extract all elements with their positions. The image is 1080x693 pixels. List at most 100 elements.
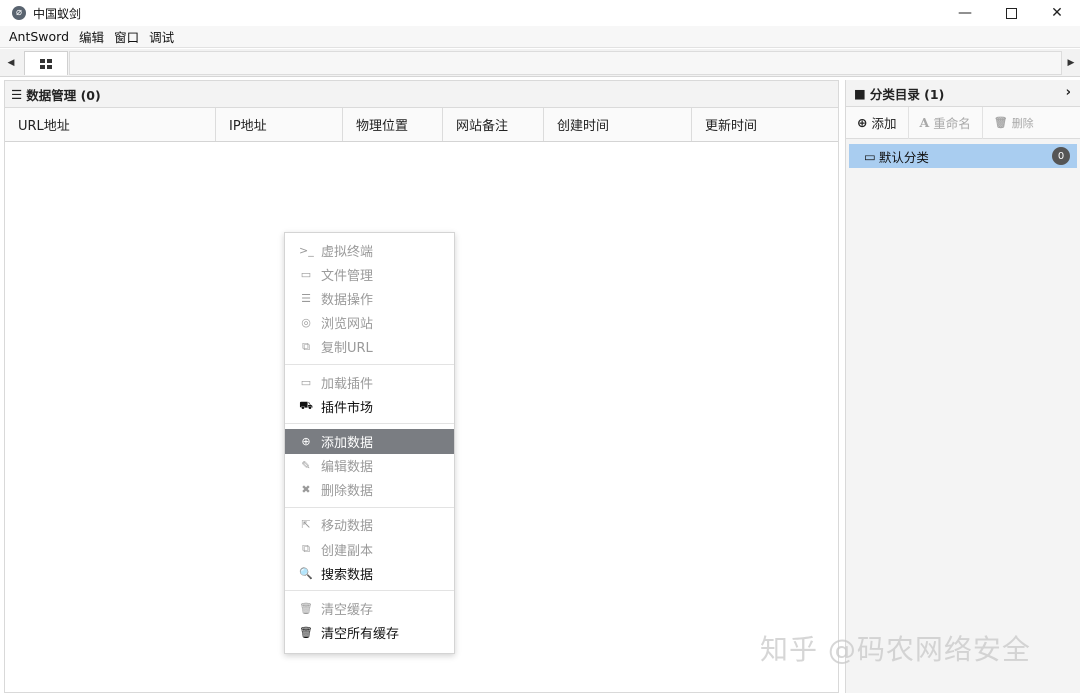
context-menu-item[interactable]: ⛟ 插件市场 [285,394,454,418]
context-menu-item-icon: ◎ [301,316,311,330]
tab-scroll-left-icon[interactable]: ◀ [0,49,22,77]
maximize-button[interactable] [988,0,1034,26]
column-header-note[interactable]: 网站备注 [443,108,544,141]
context-menu-item-icon: ⛟ [299,398,313,412]
menu-bar: AntSword 编辑 窗口 调试 [0,26,1080,48]
list-icon: ☰ [11,86,23,102]
context-menu-item-icon: ✎ [301,459,311,473]
context-menu-item-icon: ⧉ [302,339,310,353]
folder-icon: ■ [854,85,866,101]
menu-separator [285,590,454,592]
context-menu-item-icon: 🔍 [299,566,313,580]
context-menu-item-icon: 🗑 [299,602,313,616]
column-header-location[interactable]: 物理位置 [343,108,443,141]
category-toolbar: ⊕ 添加 A 重命名 🗑 删除 [846,106,1080,139]
menu-separator [285,423,454,425]
context-menu-item-icon: ▭ [300,375,312,389]
menu-antsword[interactable]: AntSword [9,29,69,44]
context-menu-item-label: 添加数据 [321,435,374,451]
category-panel-header: ■ 分类目录 (1) › [846,80,1080,107]
context-menu-item[interactable]: ✎ 编辑数据 [285,454,454,478]
context-menu-item[interactable]: ▭ 加载插件 [285,370,454,394]
menu-separator [285,506,454,508]
grid-icon [40,58,52,69]
data-panel-header: ☰ 数据管理 (0) [5,81,838,108]
context-menu-item-icon: ✖ [301,483,311,497]
context-menu-item-label: 虚拟终端 [321,244,374,260]
context-menu-item-label: 浏览网站 [321,317,374,333]
menu-window[interactable]: 窗口 [114,27,139,46]
context-menu-item-icon: 🗑 [299,626,313,640]
title-bar: ⌀ 中国蚁剑 — ✕ [0,0,1080,26]
delete-category-label: 删除 [1011,116,1034,130]
context-menu-item-label: 文件管理 [321,268,374,284]
minimize-button[interactable]: — [942,0,988,26]
context-menu-item-icon: ⇱ [301,518,311,532]
context-menu-item-label: 创建副本 [321,543,374,559]
context-menu: >_ 虚拟终端 ▭ 文件管理 ☰ 数据操作 ◎ 浏览网站 ⧉ 复制URL ▭ 加载插件 ⛟ 插件市场 ⊕ 添加… [284,232,455,654]
column-header-updated[interactable]: 更新时间 [692,108,838,141]
context-menu-item-icon: ⧉ [302,542,310,556]
context-menu-item-label: 编辑数据 [321,460,374,476]
column-header-ip[interactable]: IP地址 [216,108,343,141]
context-menu-item-label: 插件市场 [321,400,374,416]
context-menu-item-label: 删除数据 [321,484,374,500]
column-header-url[interactable]: URL地址 [5,108,216,141]
context-menu-item-label: 搜索数据 [321,567,374,583]
table-header: URL地址 IP地址 物理位置 网站备注 创建时间 更新时间 [5,108,838,142]
window-controls: — ✕ [942,0,1080,26]
category-item-default[interactable]: ▭ 默认分类 0 [849,144,1077,168]
delete-category-button[interactable]: 🗑 删除 [983,107,1045,139]
column-header-created[interactable]: 创建时间 [544,108,692,141]
context-menu-item[interactable]: ✖ 删除数据 [285,478,454,502]
add-category-label: 添加 [871,116,897,131]
menu-edit[interactable]: 编辑 [79,27,104,46]
font-icon: A [919,115,930,130]
context-menu-item-label: 数据操作 [321,292,374,308]
context-menu-item-label: 清空缓存 [321,603,374,619]
context-menu-item[interactable]: ⇱ 移动数据 [285,513,454,537]
context-menu-item[interactable]: ⧉ 创建副本 [285,537,454,561]
tab-strip [69,51,1062,75]
category-panel: ■ 分类目录 (1) › ⊕ 添加 A 重命名 🗑 删除 ▭ 默认分类 0 [845,80,1080,693]
context-menu-item-icon: ⊕ [301,434,311,448]
tab-home[interactable] [24,51,68,75]
context-menu-item-icon: >_ [299,243,314,257]
context-menu-item-label: 加载插件 [321,376,374,392]
context-menu-item[interactable]: ▭ 文件管理 [285,262,454,286]
data-panel-title: 数据管理 (0) [26,87,101,103]
chevron-right-icon[interactable]: › [1066,85,1071,100]
menu-debug[interactable]: 调试 [149,27,174,46]
trash-icon: 🗑 [993,116,1008,129]
menu-separator [285,363,454,365]
tab-scroll-right-icon[interactable]: ▶ [1062,49,1080,77]
context-menu-item[interactable]: 🗑 清空缓存 [285,596,454,620]
context-menu-item[interactable]: ◎ 浏览网站 [285,311,454,335]
context-menu-item-label: 移动数据 [321,519,374,535]
add-category-button[interactable]: ⊕ 添加 [846,106,909,139]
context-menu-item[interactable]: ⧉ 复制URL [285,335,454,359]
context-menu-item[interactable]: ☰ 数据操作 [285,286,454,310]
close-icon: ✕ [1051,5,1063,21]
watermark: 知乎 @码农网络安全 [760,633,1031,666]
minimize-icon: — [958,5,972,21]
context-menu-item-label: 清空所有缓存 [321,627,400,643]
category-count-badge: 0 [1052,147,1070,165]
category-item-label: 默认分类 [878,149,929,165]
context-menu-item-icon: ☰ [301,291,311,305]
context-menu-item[interactable]: >_ 虚拟终端 [285,238,454,262]
maximize-icon [1005,7,1017,19]
app-logo-icon: ⌀ [12,6,26,20]
context-menu-item[interactable]: 🗑 清空所有缓存 [285,621,454,645]
plus-circle-icon: ⊕ [857,115,868,130]
tab-bar: ◀ ▶ [0,49,1080,77]
context-menu-item-label: 复制URL [321,341,373,357]
window-title: 中国蚁剑 [33,6,82,21]
close-button[interactable]: ✕ [1034,0,1080,26]
context-menu-item[interactable]: ⊕ 添加数据 [285,429,454,454]
context-menu-item-icon: ▭ [300,267,312,281]
rename-category-label: 重命名 [933,116,971,131]
context-menu-item[interactable]: 🔍 搜索数据 [285,561,454,585]
rename-category-button[interactable]: A 重命名 [909,106,983,139]
category-panel-title: 分类目录 (1) [869,86,945,102]
